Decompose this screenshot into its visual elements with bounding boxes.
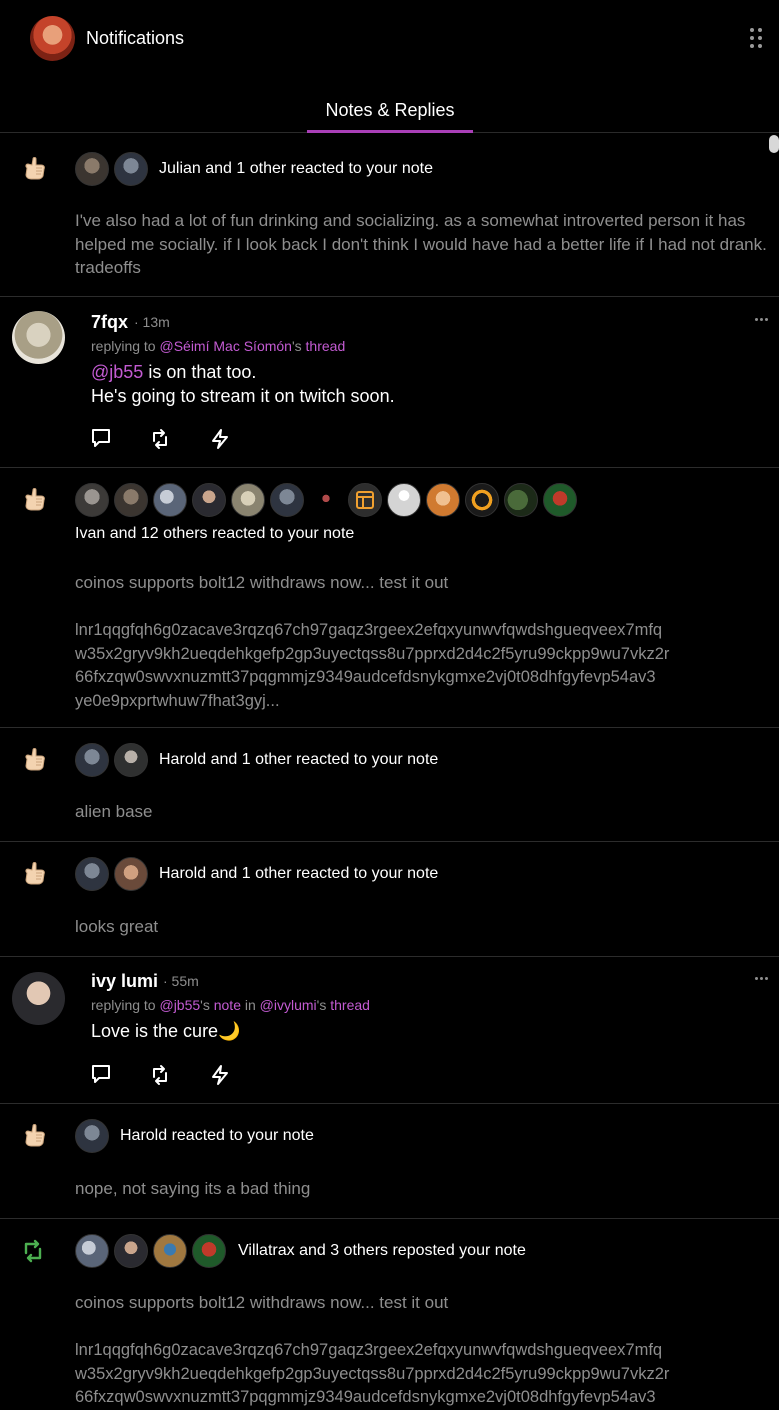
avatar[interactable]: [348, 483, 382, 517]
note-preview[interactable]: coinos supports bolt12 withdraws now... …: [75, 1291, 775, 1315]
avatar[interactable]: [75, 743, 109, 777]
thread-link[interactable]: thread: [306, 338, 346, 354]
avatar[interactable]: [75, 1234, 109, 1268]
avatar[interactable]: [270, 483, 304, 517]
note-preview[interactable]: nope, not saying its a bad thing: [75, 1177, 775, 1201]
tab-notes-replies[interactable]: Notes & Replies: [307, 100, 473, 133]
avatar[interactable]: [12, 972, 65, 1025]
avatar[interactable]: [309, 483, 343, 517]
notification-summary: Julian and 1 other reacted to your note: [159, 160, 433, 177]
invoice-text[interactable]: lnr1qqgfqh6g0zacave3rqzq67ch97gaqz3rgeex…: [75, 1339, 775, 1410]
user-avatar[interactable]: [30, 16, 75, 61]
invoice-text[interactable]: lnr1qqgfqh6g0zacave3rqzq67ch97gaqz3rgeex…: [75, 619, 775, 713]
active-tab-indicator: [307, 130, 473, 133]
notification-summary: Villatrax and 3 others reposted your not…: [238, 1242, 526, 1259]
avatar[interactable]: [192, 483, 226, 517]
avatar[interactable]: [153, 1234, 187, 1268]
reply-icon[interactable]: [90, 1063, 112, 1085]
divider: [0, 1103, 779, 1104]
thumb-hand-icon: [25, 748, 45, 771]
zap-icon[interactable]: [209, 428, 231, 450]
post-time: · 13m: [134, 314, 170, 330]
avatar[interactable]: [387, 483, 421, 517]
post-author[interactable]: ivy lumi: [91, 971, 158, 992]
app-header: Notifications: [0, 0, 779, 76]
divider: [0, 841, 779, 842]
note-preview[interactable]: coinos supports bolt12 withdraws now... …: [75, 571, 775, 595]
zap-icon[interactable]: [209, 1064, 231, 1086]
thumb-hand-icon: [25, 862, 45, 885]
avatar[interactable]: [426, 483, 460, 517]
avatar[interactable]: [12, 311, 65, 364]
avatar[interactable]: [75, 1119, 109, 1153]
avatar[interactable]: [465, 483, 499, 517]
replying-to: replying to @jb55's note in @ivylumi's t…: [91, 997, 370, 1013]
avatar[interactable]: [114, 152, 148, 186]
notification-summary: Harold reacted to your note: [120, 1127, 314, 1144]
avatar[interactable]: [114, 743, 148, 777]
note-preview[interactable]: looks great: [75, 915, 775, 939]
repost-icon[interactable]: [149, 1064, 171, 1086]
divider: [0, 467, 779, 468]
replying-to: replying to @Séimí Mac Síomón's thread: [91, 338, 346, 354]
notification-summary: Harold and 1 other reacted to your note: [159, 865, 439, 882]
note-preview[interactable]: alien base: [75, 800, 775, 824]
avatar[interactable]: [75, 483, 109, 517]
post-content: @jb55 is on that too. He's going to stre…: [91, 362, 395, 406]
page-title: Notifications: [86, 28, 185, 48]
thumb-hand-icon: [25, 1124, 45, 1147]
mention-link[interactable]: @Séimí Mac Síomón: [159, 338, 291, 354]
reply-icon[interactable]: [90, 427, 112, 449]
mention-link[interactable]: @jb55: [91, 362, 143, 382]
mention-link[interactable]: @jb55: [159, 997, 200, 1013]
avatar[interactable]: [75, 152, 109, 186]
post-time: · 55m: [163, 973, 199, 989]
layout-icon: [356, 491, 374, 509]
avatar[interactable]: [75, 857, 109, 891]
notification-summary: Harold and 1 other reacted to your note: [159, 751, 439, 768]
divider: [0, 956, 779, 957]
tab-bar: Notes & Replies: [0, 76, 779, 133]
avatar[interactable]: [114, 483, 148, 517]
avatar[interactable]: [192, 1234, 226, 1268]
note-link[interactable]: note: [214, 997, 241, 1013]
post-author[interactable]: 7fqx: [91, 312, 128, 333]
thumb-hand-icon: [25, 157, 45, 180]
repost-icon[interactable]: [149, 428, 171, 450]
repost-icon: [24, 1239, 42, 1263]
avatar[interactable]: [543, 483, 577, 517]
divider: [0, 727, 779, 728]
thread-link[interactable]: thread: [330, 997, 370, 1013]
post-content: Love is the cure🌙: [91, 1021, 241, 1041]
divider: [0, 1218, 779, 1219]
avatar[interactable]: [504, 483, 538, 517]
more-dots-icon[interactable]: [754, 975, 770, 981]
divider: [0, 296, 779, 297]
scrollbar-thumb[interactable]: [769, 135, 779, 153]
note-preview[interactable]: I've also had a lot of fun drinking and …: [75, 209, 775, 280]
avatar[interactable]: [231, 483, 265, 517]
avatar[interactable]: [114, 1234, 148, 1268]
avatar[interactable]: [153, 483, 187, 517]
more-menu-icon[interactable]: [750, 28, 764, 50]
avatar[interactable]: [114, 857, 148, 891]
thumb-hand-icon: [25, 488, 45, 511]
mention-link[interactable]: @ivylumi: [260, 997, 317, 1013]
notification-summary: Ivan and 12 others reacted to your note: [75, 525, 355, 542]
more-dots-icon[interactable]: [754, 316, 770, 322]
